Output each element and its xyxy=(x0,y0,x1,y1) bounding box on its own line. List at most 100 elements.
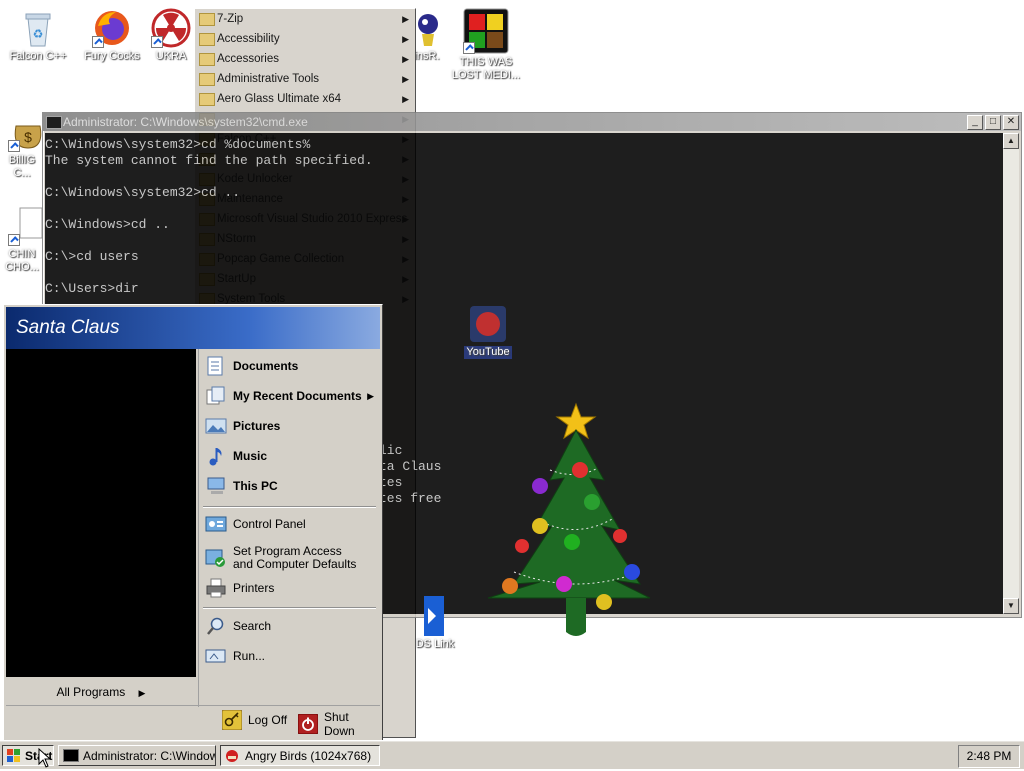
desktop-icon-ukra[interactable]: UKRA xyxy=(146,8,196,63)
desktop-icon-label: CHIN CHO... xyxy=(5,248,39,273)
pinned-programs-area xyxy=(6,349,196,677)
taskbar: Start Administrator: C:\Window... Angry … xyxy=(0,740,1024,769)
radiation-icon xyxy=(151,8,191,48)
shortcut-arrow-icon xyxy=(92,36,104,48)
windows-logo-icon xyxy=(7,748,21,763)
search-label: Search xyxy=(233,619,272,633)
console-output: C:\Windows\system32>cd %documents% The sy… xyxy=(45,133,1003,297)
programs-menu-item[interactable]: Accessories ▶ xyxy=(195,49,415,69)
christmas-tree-widget[interactable] xyxy=(480,400,660,640)
svg-text:$: $ xyxy=(24,129,32,145)
programs-menu-item-label: Aero Glass Ultimate x64 xyxy=(217,93,341,105)
shut-down-button[interactable]: Shut Down xyxy=(297,710,380,738)
desktop-icon-label: Falcon C++ xyxy=(9,50,67,62)
console-icon xyxy=(46,116,62,129)
folder-icon xyxy=(199,93,215,106)
shortcut-arrow-icon xyxy=(8,234,20,246)
control-panel-icon xyxy=(205,514,227,534)
task-cmd[interactable]: Administrator: C:\Window... xyxy=(58,745,216,766)
console-fragment: ta Claus xyxy=(379,459,442,474)
printer-icon xyxy=(205,578,227,598)
log-off-label: Log Off xyxy=(248,713,288,727)
programs-menu-item[interactable]: 7-Zip ▶ xyxy=(195,9,415,29)
clock-time: 2:48 PM xyxy=(966,749,1012,763)
cmd-titlebar[interactable]: Administrator: C:\Windows\system32\cmd.e… xyxy=(43,113,1021,131)
start-menu-footer: Log Off Shut Down xyxy=(6,705,380,738)
shortcut-arrow-icon xyxy=(151,36,163,48)
set-program-access-item[interactable]: Set Program Access and Computer Defaults xyxy=(205,541,376,575)
documents-icon xyxy=(205,356,227,376)
control-panel-label: Control Panel xyxy=(233,517,306,531)
user-name: Santa Claus xyxy=(16,317,120,338)
shortcut-arrow-icon xyxy=(463,42,475,54)
console-fragments: lic ta Claus tes tes free xyxy=(379,443,441,507)
desktop-icon-recycle-bin[interactable]: ♻ Falcon C++ xyxy=(2,8,74,63)
power-icon xyxy=(297,713,319,735)
programs-menu-item[interactable]: Accessibility ▶ xyxy=(195,29,415,49)
documents-label: Documents xyxy=(233,359,299,373)
computer-icon xyxy=(205,476,227,496)
console-line: C:\Windows\system32>cd %documents% xyxy=(45,137,311,152)
separator xyxy=(203,506,376,508)
programs-menu-item-label: Accessibility xyxy=(217,33,280,45)
search-item[interactable]: Search xyxy=(205,613,376,639)
scroll-down-button[interactable]: ▼ xyxy=(1003,598,1019,614)
svg-text:♻: ♻ xyxy=(33,27,44,41)
programs-menu-item[interactable]: Aero Glass Ultimate x64 ▶ xyxy=(195,89,415,109)
folder-icon xyxy=(199,33,215,46)
clock[interactable]: 2:48 PM xyxy=(958,745,1020,768)
music-item[interactable]: Music xyxy=(205,443,376,469)
shut-down-label: Shut Down xyxy=(324,710,355,738)
recycle-bin-icon: ♻ xyxy=(18,8,58,48)
recent-documents-item[interactable]: My Recent Documents ▶ xyxy=(205,383,376,409)
separator xyxy=(203,607,376,609)
music-note-icon xyxy=(205,446,227,466)
desktop-icon-ds-link[interactable]: DS Link xyxy=(396,596,456,651)
firefox-icon xyxy=(92,8,132,48)
arrow-right-icon: ▶ xyxy=(402,34,409,44)
programs-menu-item-label: 7-Zip xyxy=(217,13,244,25)
programs-menu-item-label: Administrative Tools xyxy=(217,73,320,85)
this-pc-label: This PC xyxy=(233,479,278,493)
desktop-icon-label: UKRA xyxy=(155,50,187,62)
scroll-up-button[interactable]: ▲ xyxy=(1003,133,1019,149)
desktop-icon-billig[interactable]: $ BillIG C... xyxy=(0,112,44,180)
start-menu-right-pane: Documents My Recent Documents ▶ Pictures… xyxy=(198,349,380,707)
ds-link-icon xyxy=(406,596,446,636)
desktop-icon-chin[interactable]: CHIN CHO... xyxy=(0,206,44,274)
desktop-icon-label: BillIG C... xyxy=(8,154,36,179)
key-icon xyxy=(221,709,243,731)
all-programs-label: All Programs xyxy=(56,685,126,699)
run-item[interactable]: Run... xyxy=(205,643,376,669)
desktop-icon-firefox[interactable]: Fury Cocks xyxy=(76,8,148,63)
start-menu-header: Santa Claus xyxy=(6,307,380,349)
documents-item[interactable]: Documents xyxy=(205,353,376,379)
folder-icon xyxy=(199,53,215,66)
arrow-right-icon: ▶ xyxy=(367,390,374,401)
folder-icon xyxy=(199,73,215,86)
desktop-icon-youtube[interactable]: YouTube xyxy=(452,304,524,359)
log-off-button[interactable]: Log Off xyxy=(221,709,288,731)
task-label: Angry Birds (1024x768) xyxy=(245,748,372,763)
this-pc-item[interactable]: This PC xyxy=(205,473,376,499)
maximize-button[interactable]: □ xyxy=(985,115,1001,130)
program-defaults-icon xyxy=(205,548,227,568)
printers-item[interactable]: Printers xyxy=(205,575,376,601)
minimize-button[interactable]: _ xyxy=(967,115,983,130)
pictures-item[interactable]: Pictures xyxy=(205,413,376,439)
desktop-icon-this-was-lost[interactable]: THIS WAS LOST MEDI... xyxy=(450,8,522,82)
start-menu: Santa Claus All Programs ▶ Documents My … xyxy=(3,304,383,741)
arrow-right-icon: ▶ xyxy=(402,94,409,104)
search-icon xyxy=(205,616,227,636)
all-programs-button[interactable]: All Programs ▶ xyxy=(6,679,196,705)
arrow-right-icon: ▶ xyxy=(138,688,146,698)
christmas-tree-icon xyxy=(487,402,651,636)
vertical-scrollbar[interactable]: ▲ ▼ xyxy=(1003,133,1019,614)
close-button[interactable]: ✕ xyxy=(1003,115,1019,130)
programs-menu-item[interactable]: Administrative Tools ▶ xyxy=(195,69,415,89)
task-angry-birds[interactable]: Angry Birds (1024x768) xyxy=(220,745,380,766)
control-panel-item[interactable]: Control Panel xyxy=(205,511,376,537)
console-line: The system cannot find the path specifie… xyxy=(45,153,373,168)
